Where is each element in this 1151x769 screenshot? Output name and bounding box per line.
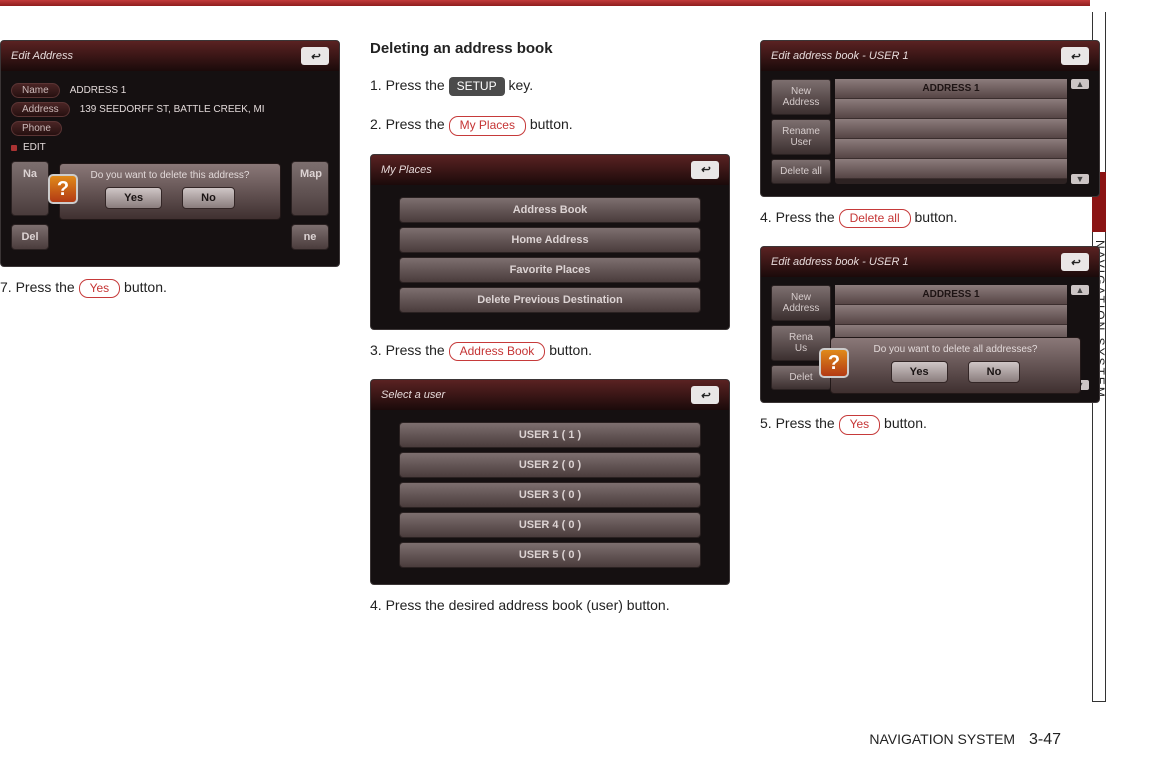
entry-empty: [835, 139, 1067, 159]
edit-dot-icon: [11, 145, 17, 151]
screen-edit-address: Edit Address ↩ Name ADDRESS 1 Address 13…: [0, 40, 340, 267]
deleteall-softkey: Delete all: [839, 209, 911, 228]
step-4-mid: 4. Press the desired address book (user)…: [370, 595, 730, 615]
screen-title: Edit address book - USER 1: [771, 256, 909, 268]
dialog-yes-button[interactable]: Yes: [891, 361, 948, 383]
na-button[interactable]: Na: [11, 161, 49, 216]
confirm-dialog: ? Do you want to delete this address? Ye…: [59, 163, 281, 220]
entry-1[interactable]: ADDRESS 1: [835, 79, 1067, 99]
yes-softkey: Yes: [79, 279, 121, 298]
back-icon[interactable]: ↩: [1061, 47, 1089, 65]
rename-user-button[interactable]: Rename User: [771, 119, 831, 155]
dialog-text: Do you want to delete all addresses?: [841, 344, 1070, 355]
screen-my-places: My Places ↩ Address Book Home Address Fa…: [370, 154, 730, 330]
user1-button[interactable]: USER 1 ( 1 ): [399, 422, 701, 448]
dialog-no-button[interactable]: No: [182, 187, 235, 209]
column-left: Edit Address ↩ Name ADDRESS 1 Address 13…: [0, 40, 340, 633]
address-button[interactable]: Address: [11, 102, 70, 117]
step1-post: key.: [505, 77, 534, 93]
step-1: 1. Press the SETUP key.: [370, 75, 730, 96]
step5-pre: 5. Press the: [760, 415, 839, 431]
myplaces-softkey: My Places: [449, 116, 526, 135]
scroll-down-icon[interactable]: ▼: [1071, 174, 1089, 184]
footer-page: 3-47: [1029, 731, 1061, 748]
delete-all-button[interactable]: Delete all: [771, 159, 831, 184]
new-address-button[interactable]: New Address: [771, 285, 831, 321]
step-5: 5. Press the Yes button.: [760, 413, 1100, 434]
user5-button[interactable]: USER 5 ( 0 ): [399, 542, 701, 568]
screen-edit-book: Edit address book - USER 1 ↩ New Address…: [760, 40, 1100, 197]
dialog-yes-button[interactable]: Yes: [105, 187, 162, 209]
entry-empty: [835, 119, 1067, 139]
step-3: 3. Press the Address Book button.: [370, 340, 730, 361]
address-value: 139 SEEDORFF ST, BATTLE CREEK, MI: [80, 104, 265, 115]
screen-edit-book-confirm: Edit address book - USER 1 ↩ New Address…: [760, 246, 1100, 403]
phone-button[interactable]: Phone: [11, 121, 62, 136]
screen-title: Edit address book - USER 1: [771, 50, 909, 62]
column-middle: Deleting an address book 1. Press the SE…: [370, 40, 730, 633]
screen-select-user: Select a user ↩ USER 1 ( 1 ) USER 2 ( 0 …: [370, 379, 730, 585]
step3-pre: 3. Press the: [370, 342, 449, 358]
address-book-button[interactable]: Address Book: [399, 197, 701, 223]
ne-button[interactable]: ne: [291, 224, 329, 250]
column-right: Edit address book - USER 1 ↩ New Address…: [760, 40, 1100, 633]
entry-empty: [835, 99, 1067, 119]
footer-section: NAVIGATION SYSTEM: [869, 731, 1015, 747]
map-button[interactable]: Map: [291, 161, 329, 216]
step4r-pre: 4. Press the: [760, 209, 839, 225]
screen-title: My Places: [381, 164, 432, 176]
delete-prev-dest-button[interactable]: Delete Previous Destination: [399, 287, 701, 313]
step1-pre: 1. Press the: [370, 77, 449, 93]
confirm-dialog: ? Do you want to delete all addresses? Y…: [830, 337, 1081, 394]
step7-post: button.: [120, 279, 167, 295]
yes-softkey: Yes: [839, 415, 881, 434]
entry-1[interactable]: ADDRESS 1: [835, 285, 1067, 305]
entry-empty: [835, 305, 1067, 325]
screen-title: Edit Address: [11, 50, 73, 62]
screen-title: Select a user: [381, 389, 445, 401]
del-button[interactable]: Del: [11, 224, 49, 250]
question-icon: ?: [819, 348, 849, 378]
step2-post: button.: [526, 116, 573, 132]
addressbook-softkey: Address Book: [449, 342, 546, 361]
section-heading: Deleting an address book: [370, 40, 730, 57]
step-7: 7. Press the Yes button.: [0, 277, 340, 298]
step4r-post: button.: [911, 209, 958, 225]
step-4-right: 4. Press the Delete all button.: [760, 207, 1100, 228]
scroll-up-icon[interactable]: ▲: [1071, 285, 1089, 295]
step3-post: button.: [545, 342, 592, 358]
back-icon[interactable]: ↩: [301, 47, 329, 65]
entry-empty: [835, 159, 1067, 179]
dialog-no-button[interactable]: No: [968, 361, 1021, 383]
dialog-text: Do you want to delete this address?: [70, 170, 270, 181]
edit-label: EDIT: [23, 142, 46, 153]
step7-pre: 7. Press the: [0, 279, 79, 295]
step5-post: button.: [880, 415, 927, 431]
user2-button[interactable]: USER 2 ( 0 ): [399, 452, 701, 478]
name-button[interactable]: Name: [11, 83, 60, 98]
user3-button[interactable]: USER 3 ( 0 ): [399, 482, 701, 508]
favorite-places-button[interactable]: Favorite Places: [399, 257, 701, 283]
question-icon: ?: [48, 174, 78, 204]
back-icon[interactable]: ↩: [691, 386, 719, 404]
name-value: ADDRESS 1: [70, 85, 127, 96]
back-icon[interactable]: ↩: [1061, 253, 1089, 271]
scroll-up-icon[interactable]: ▲: [1071, 79, 1089, 89]
home-address-button[interactable]: Home Address: [399, 227, 701, 253]
user4-button[interactable]: USER 4 ( 0 ): [399, 512, 701, 538]
page-footer: NAVIGATION SYSTEM 3-47: [869, 731, 1061, 749]
step2-pre: 2. Press the: [370, 116, 449, 132]
step-2: 2. Press the My Places button.: [370, 114, 730, 135]
setup-key: SETUP: [449, 77, 505, 96]
new-address-button[interactable]: New Address: [771, 79, 831, 115]
back-icon[interactable]: ↩: [691, 161, 719, 179]
